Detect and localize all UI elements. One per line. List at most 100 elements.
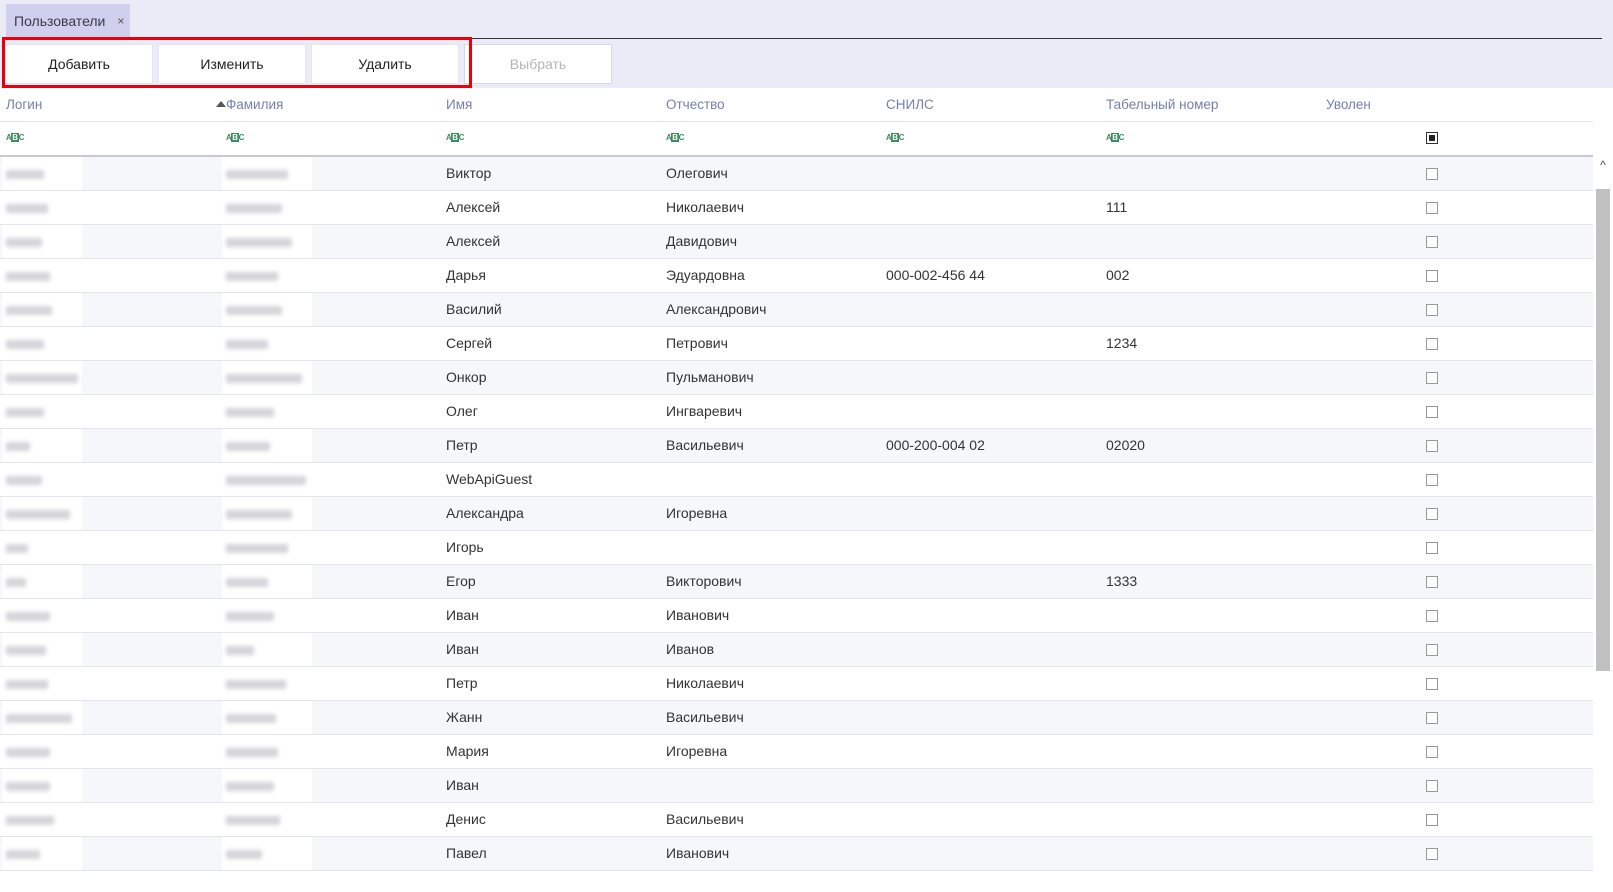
column-header-login[interactable]: Логин [6, 88, 42, 121]
fired-checkbox[interactable] [1426, 168, 1438, 180]
fired-checkbox[interactable] [1426, 610, 1438, 622]
tab-users[interactable]: Пользователи × [6, 4, 130, 38]
tab-close-icon[interactable]: × [117, 14, 124, 28]
table-row[interactable]: Мария Игоревна [0, 735, 1593, 769]
fired-checkbox[interactable] [1426, 508, 1438, 520]
patronymic-cell: Николаевич [666, 675, 744, 691]
table-row[interactable]: Алексей Николаевич 111 [0, 191, 1593, 225]
fired-checkbox[interactable] [1426, 338, 1438, 350]
column-header-patronymic[interactable]: Отчество [666, 88, 725, 121]
patronymic-cell: Васильевич [666, 811, 744, 827]
table-row[interactable]: Василий Александрович [0, 293, 1593, 327]
redacted-login [6, 578, 26, 587]
fired-checkbox[interactable] [1426, 406, 1438, 418]
tab-number-cell: 02020 [1106, 437, 1145, 453]
fired-checkbox[interactable] [1426, 236, 1438, 248]
redacted-login [6, 612, 50, 621]
table-row[interactable]: Игорь [0, 531, 1593, 565]
redacted-login [6, 238, 42, 247]
column-header-name[interactable]: Имя [446, 88, 472, 121]
table-row[interactable]: Иван [0, 769, 1593, 803]
grid-body: Виктор Олегович Алексей Николаевич 111 Алексе… [0, 157, 1593, 892]
table-row[interactable]: WebApiGuest [0, 463, 1593, 497]
redacted-surname [226, 170, 288, 179]
name-cell: Иван [446, 641, 479, 657]
text-filter-icon[interactable]: ABC [226, 133, 244, 143]
fired-checkbox[interactable] [1426, 270, 1438, 282]
text-filter-icon[interactable]: ABC [446, 133, 464, 143]
delete-button[interactable]: Удалить [311, 44, 459, 84]
tab-bar: Пользователи × [0, 0, 1613, 40]
fired-checkbox[interactable] [1426, 746, 1438, 758]
patronymic-cell: Иванович [666, 845, 730, 861]
fired-checkbox[interactable] [1426, 780, 1438, 792]
tab-divider [5, 38, 1602, 39]
grid-header: Логин Фамилия Имя Отчество СНИЛС Табельн… [0, 88, 1593, 122]
table-row[interactable]: Алексей Давидович [0, 225, 1593, 259]
scrollbar-thumb[interactable] [1596, 189, 1610, 671]
table-row[interactable]: Петр Николаевич [0, 667, 1593, 701]
text-filter-icon[interactable]: ABC [6, 133, 24, 143]
table-row[interactable]: Павел Иванович [0, 837, 1593, 871]
fired-checkbox[interactable] [1426, 678, 1438, 690]
table-row[interactable]: Иван Иванов [0, 633, 1593, 667]
text-filter-icon[interactable]: ABC [1106, 133, 1124, 143]
table-row[interactable]: Александра Игоревна [0, 497, 1593, 531]
text-filter-icon[interactable]: ABC [666, 133, 684, 143]
fired-checkbox[interactable] [1426, 576, 1438, 588]
tab-number-cell: 1333 [1106, 573, 1138, 589]
add-button[interactable]: Добавить [5, 44, 153, 84]
text-filter-icon[interactable]: ABC [886, 133, 904, 143]
fired-checkbox[interactable] [1426, 440, 1438, 452]
fired-checkbox[interactable] [1426, 474, 1438, 486]
redacted-surname [226, 306, 282, 315]
name-cell: Игорь [446, 539, 484, 555]
column-header-snils[interactable]: СНИЛС [886, 88, 934, 121]
table-row[interactable]: Виктор Олегович [0, 157, 1593, 191]
table-row[interactable]: Сергей Петрович 1234 [0, 327, 1593, 361]
table-row[interactable]: Егор Викторович 1333 [0, 565, 1593, 599]
redacted-login [6, 340, 44, 349]
name-cell: Петр [446, 675, 478, 691]
redacted-surname [226, 374, 302, 383]
tab-number-cell: 002 [1106, 267, 1130, 283]
column-header-surname[interactable]: Фамилия [226, 88, 283, 121]
patronymic-cell: Александрович [666, 301, 767, 317]
scroll-up-icon[interactable]: ^ [1593, 157, 1613, 175]
filter-fired-checkbox[interactable] [1426, 132, 1438, 144]
table-row[interactable]: Дарья Эдуардовна 000-002-456 44 002 [0, 259, 1593, 293]
redacted-surname [226, 442, 270, 451]
name-cell: Дарья [446, 267, 486, 283]
name-cell: Онкор [446, 369, 487, 385]
fired-checkbox[interactable] [1426, 372, 1438, 384]
fired-checkbox[interactable] [1426, 644, 1438, 656]
patronymic-cell: Васильевич [666, 709, 744, 725]
table-row[interactable]: Иван Иванович [0, 599, 1593, 633]
fired-checkbox[interactable] [1426, 814, 1438, 826]
table-row[interactable]: Петр Васильевич 000-200-004 02 02020 [0, 429, 1593, 463]
redacted-login [6, 680, 48, 689]
fired-checkbox[interactable] [1426, 202, 1438, 214]
table-row[interactable]: Онкор Пульманович [0, 361, 1593, 395]
redacted-surname [226, 680, 286, 689]
redacted-surname [226, 782, 274, 791]
column-header-tab-number[interactable]: Табельный номер [1106, 88, 1218, 121]
users-grid: Логин Фамилия Имя Отчество СНИЛС Табельн… [0, 88, 1613, 892]
edit-button[interactable]: Изменить [158, 44, 306, 84]
patronymic-cell: Иванов [666, 641, 715, 657]
fired-checkbox[interactable] [1426, 712, 1438, 724]
name-cell: Петр [446, 437, 478, 453]
fired-checkbox[interactable] [1426, 848, 1438, 860]
name-cell: Иван [446, 777, 479, 793]
sort-ascending-icon [216, 101, 226, 107]
select-button[interactable]: Выбрать [464, 44, 612, 84]
fired-checkbox[interactable] [1426, 304, 1438, 316]
table-row[interactable]: Денис Васильевич [0, 803, 1593, 837]
table-row[interactable]: Жанн Васильевич [0, 701, 1593, 735]
table-row[interactable]: Олег Ингваревич [0, 395, 1593, 429]
redacted-login [6, 306, 52, 315]
fired-checkbox[interactable] [1426, 542, 1438, 554]
redacted-login [6, 544, 28, 553]
name-cell: Виктор [446, 165, 492, 181]
column-header-fired[interactable]: Уволен [1326, 88, 1371, 121]
